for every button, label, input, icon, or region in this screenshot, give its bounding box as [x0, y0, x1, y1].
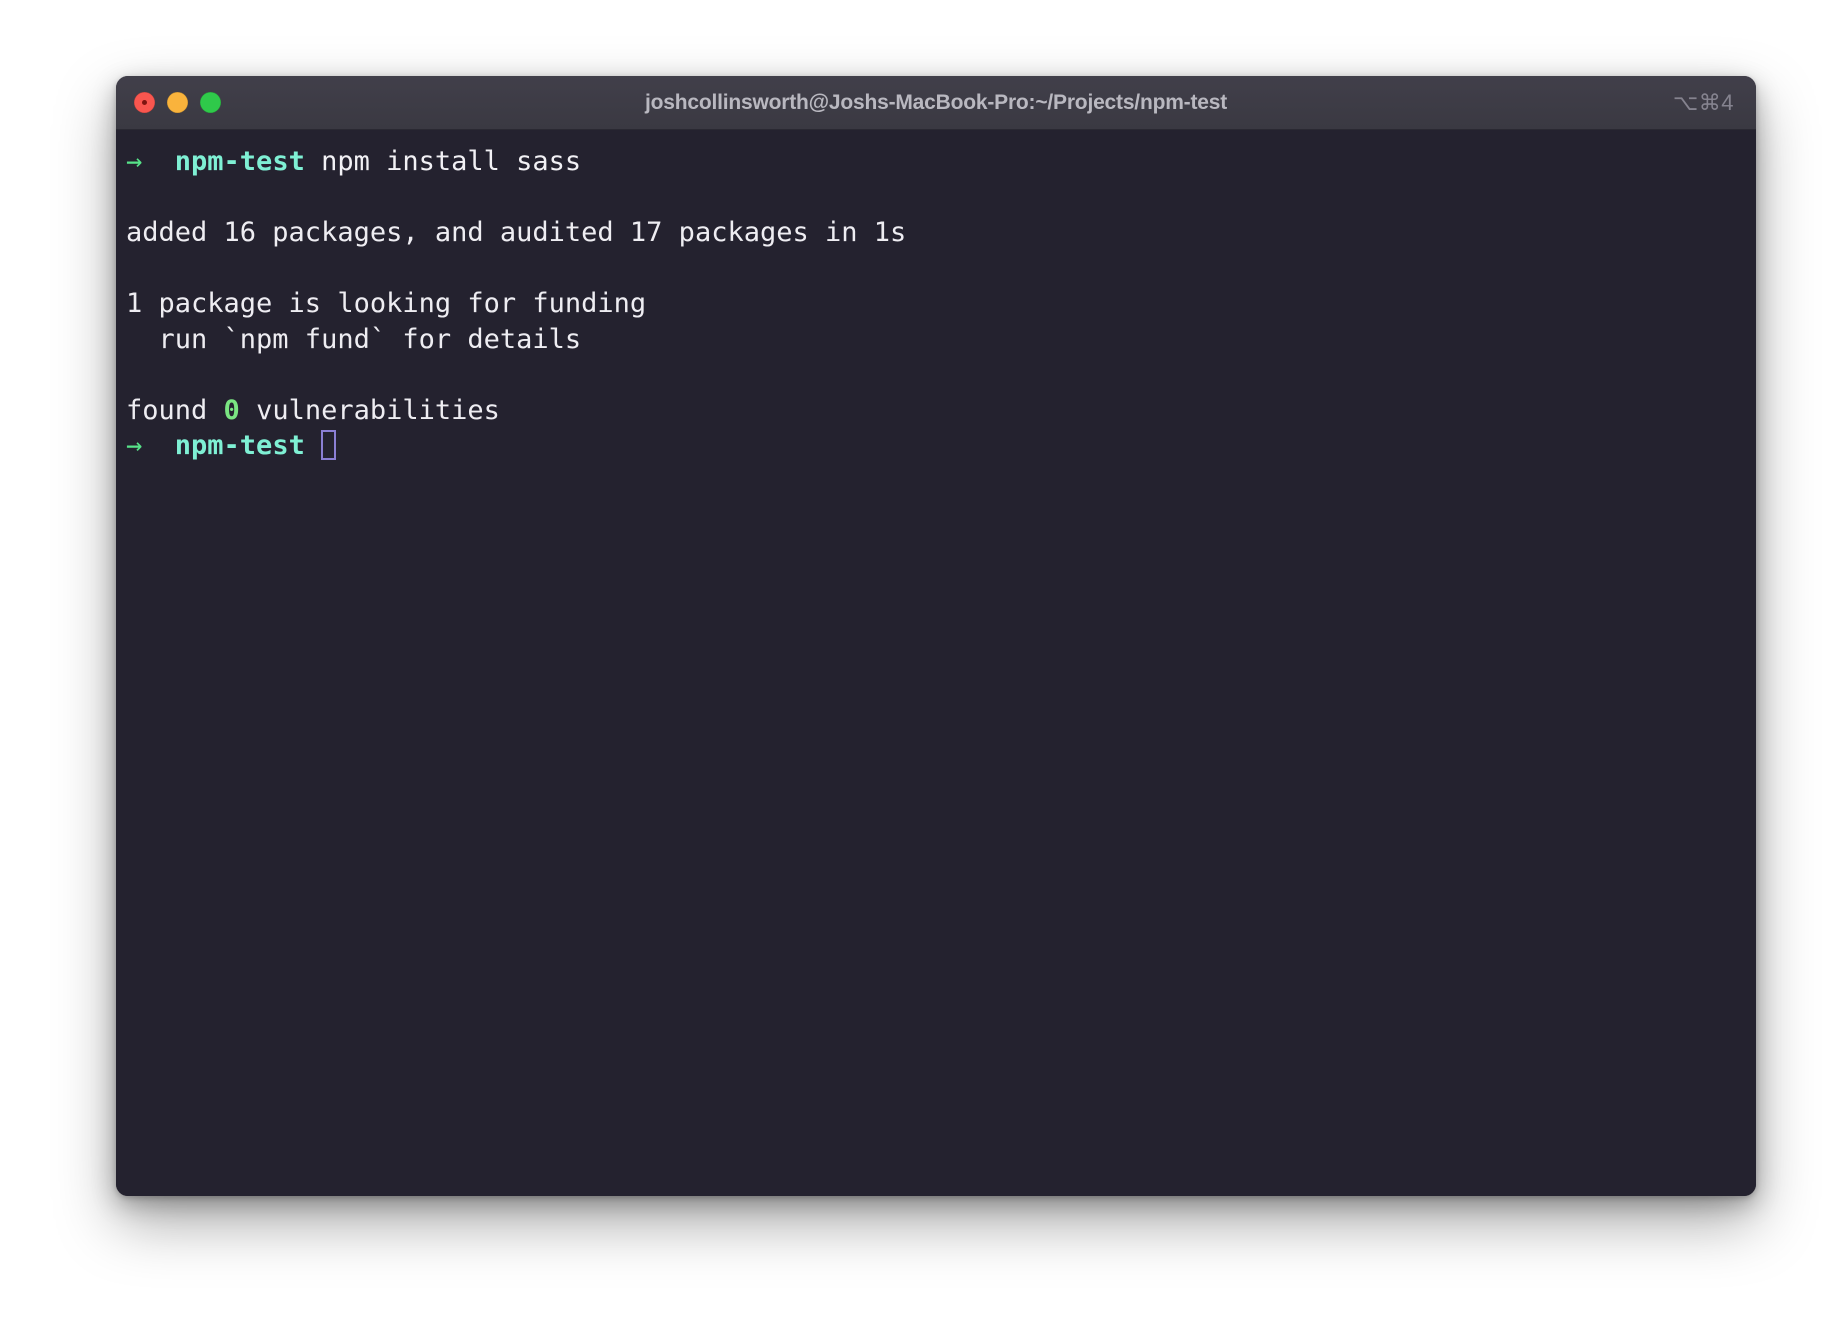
text-cursor	[321, 430, 337, 460]
output-text: added 16 packages, and audited 17 packag…	[126, 217, 907, 248]
prompt-directory: npm-test	[174, 430, 305, 461]
desktop-background: joshcollinsworth@Joshs-MacBook-Pro:~/Pro…	[0, 0, 1844, 1340]
terminal-window[interactable]: joshcollinsworth@Joshs-MacBook-Pro:~/Pro…	[116, 76, 1756, 1196]
funding-detail-line: run `npm fund` for details	[116, 322, 1756, 358]
window-title: joshcollinsworth@Joshs-MacBook-Pro:~/Pro…	[644, 90, 1228, 114]
command-text: npm install sass	[304, 146, 582, 177]
prompt-line: → npm-test	[116, 428, 1756, 464]
blank-2	[116, 251, 1756, 287]
terminal-line-list: → npm-test npm install sass added 16 pac…	[116, 144, 1756, 464]
funding-line: 1 package is looking for funding	[116, 286, 1756, 322]
terminal-output-area[interactable]: → npm-test npm install sass added 16 pac…	[116, 130, 1756, 1196]
blank-3	[116, 357, 1756, 393]
prompt-arrow-icon: →	[126, 430, 143, 461]
close-window-button[interactable]	[134, 92, 155, 113]
prompt-directory: npm-test	[174, 146, 305, 177]
highlight-number: 0	[223, 394, 240, 426]
keyboard-shortcut-hint: ⌥⌘4	[1672, 89, 1734, 115]
added-packages-line: added 16 packages, and audited 17 packag…	[116, 215, 1756, 251]
blank-1	[116, 180, 1756, 216]
output-text: 1 package is looking for funding	[126, 288, 647, 319]
vulnerabilities-line: found 0 vulnerabilities	[116, 393, 1756, 429]
output-text: run `npm fund` for details	[126, 323, 582, 355]
output-text: found	[126, 394, 224, 426]
command-line: → npm-test npm install sass	[116, 144, 1756, 180]
traffic-light-group	[134, 92, 221, 113]
maximize-window-button[interactable]	[200, 92, 221, 113]
prompt-arrow-icon: →	[126, 146, 143, 177]
terminal-titlebar[interactable]: joshcollinsworth@Joshs-MacBook-Pro:~/Pro…	[116, 76, 1756, 130]
minimize-window-button[interactable]	[167, 92, 188, 113]
output-text: vulnerabilities	[239, 394, 500, 426]
